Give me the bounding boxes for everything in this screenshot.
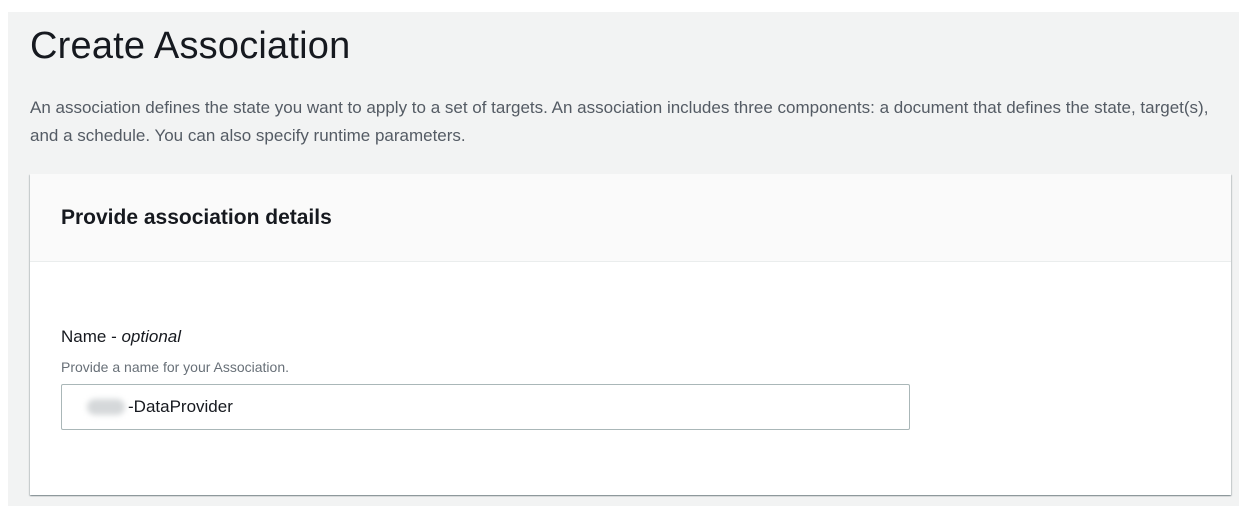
redacted-text-blur [87, 399, 125, 415]
name-input[interactable] [61, 384, 910, 430]
panel-title: Provide association details [61, 205, 332, 229]
panel-body: Name - optional Provide a name for your … [30, 262, 1231, 430]
name-label-text: Name - [61, 327, 122, 346]
panel-header: Provide association details [30, 174, 1231, 262]
page-description: An association defines the state you wan… [30, 98, 1209, 145]
name-field-help: Provide a name for your Association. [61, 359, 290, 375]
association-details-panel: Provide association details Name - optio… [30, 174, 1231, 495]
name-input-wrapper [61, 384, 910, 430]
create-association-page: Create Association An association define… [8, 12, 1239, 506]
name-field-label: Name - optional [61, 326, 1231, 348]
optional-label: optional [121, 327, 182, 346]
page-title: Create Association [30, 25, 351, 67]
